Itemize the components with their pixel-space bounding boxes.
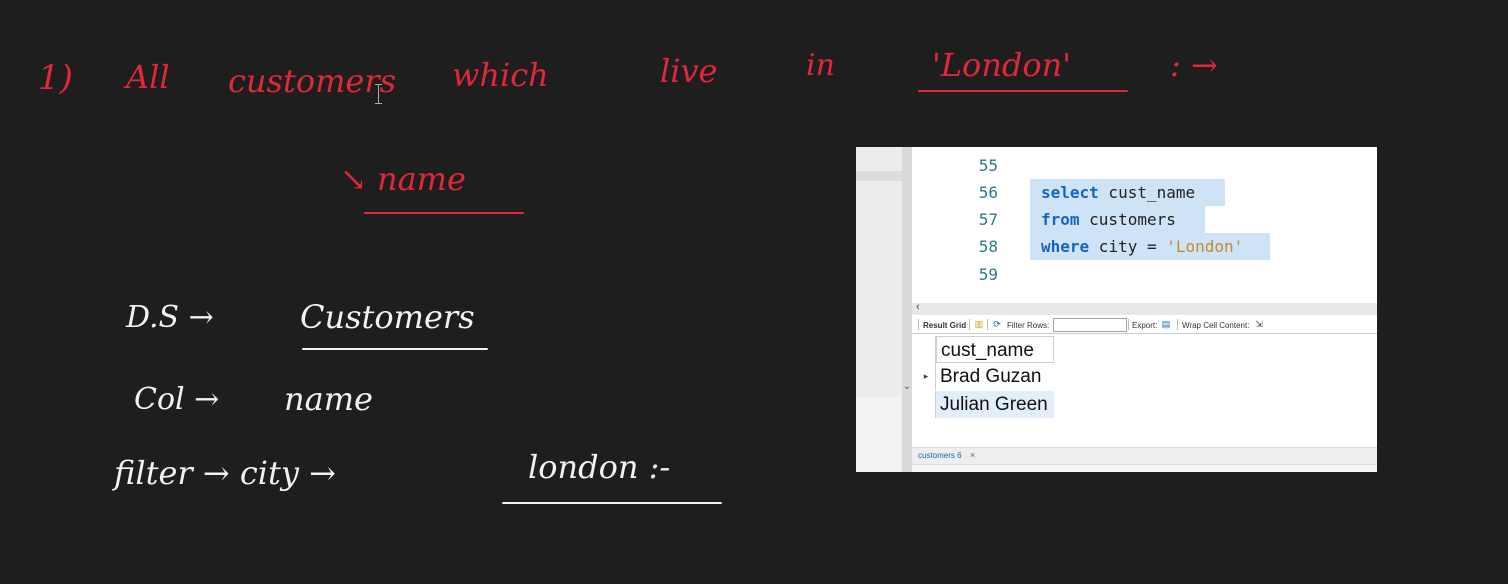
london-filter-underline (502, 502, 722, 504)
export-icon[interactable]: ▤ (1161, 319, 1171, 330)
row-indicator (917, 336, 936, 363)
note-ds-value: Customers (300, 298, 475, 336)
note-number: 1) (38, 58, 73, 98)
code-text: city = (1089, 237, 1167, 256)
note-filter-value: london :- (528, 448, 671, 486)
wrap-icon[interactable]: ⇲ (1254, 319, 1264, 330)
result-grid-tab[interactable]: Result Grid (923, 321, 966, 330)
status-bar (912, 464, 1377, 472)
close-icon[interactable]: × (970, 450, 975, 460)
line-number: 57 (978, 210, 998, 229)
keyword-from: from (1041, 210, 1080, 229)
note-col-value: name (284, 380, 373, 418)
toolbar-separator (1177, 319, 1178, 330)
column-header-cust-name[interactable]: cust_name (936, 336, 1054, 363)
note-col-label: Col → (134, 382, 220, 417)
text-cursor-icon (374, 84, 384, 104)
customers-underline (302, 348, 488, 350)
note-word-london: 'London' (932, 46, 1072, 84)
filter-rows-label: Filter Rows: (1007, 321, 1050, 330)
toolbar-separator (987, 319, 988, 330)
result-tabs: customers 6 × (912, 447, 1377, 464)
table-cell[interactable]: Brad Guzan (936, 363, 1041, 390)
toolbar-divider (912, 333, 1377, 334)
note-word-customers: customers (228, 62, 397, 100)
navigator-band (856, 171, 902, 181)
sql-workbench-panel: ⌄ 55 56 57 58 59 ☝ select cust_name from… (856, 147, 1377, 472)
note-word-live: live (660, 52, 718, 90)
keyword-where: where (1041, 237, 1090, 256)
code-line-from: from customers (1041, 210, 1176, 229)
refresh-icon[interactable]: ⟳ (992, 319, 1002, 330)
line-number: 56 (978, 183, 998, 202)
toolbar-separator (918, 319, 919, 330)
horizontal-scrollbar[interactable]: ‹ (912, 301, 1377, 315)
code-line-select: select cust_name (1041, 183, 1195, 202)
navigator-lower-area (856, 397, 902, 472)
name-underline (364, 212, 524, 214)
table-row[interactable]: Julian Green (917, 391, 1097, 418)
note-colon-arrow: : → (1170, 46, 1218, 84)
note-ds-label: D.S → (126, 300, 214, 335)
filter-rows-input[interactable] (1053, 318, 1127, 332)
london-underline (918, 90, 1128, 92)
export-label: Export: (1132, 321, 1158, 330)
toolbar-separator (969, 319, 970, 330)
string-literal: 'London' (1166, 237, 1244, 256)
code-line-where: where city = 'London' (1041, 237, 1243, 256)
grid-header-row: cust_name (917, 336, 1097, 363)
chevron-down-icon[interactable]: ⌄ (902, 381, 912, 392)
table-row[interactable]: ▸ Brad Guzan (917, 363, 1097, 390)
row-pointer-icon: ▸ (917, 363, 936, 390)
grid-icon[interactable]: ▥ (974, 319, 984, 330)
line-number: 55 (978, 156, 998, 175)
scroll-left-icon[interactable]: ‹ (916, 301, 920, 313)
result-toolbar: Result Grid ▥ ⟳ Filter Rows: Export: ▤ W… (918, 317, 1377, 333)
toolbar-separator (1128, 319, 1129, 330)
tab-customers-6[interactable]: customers 6 (918, 451, 962, 460)
code-text: cust_name (1098, 183, 1196, 202)
note-word-which: which (452, 56, 549, 94)
table-cell[interactable]: Julian Green (936, 391, 1054, 418)
navigator-scrollbar[interactable] (902, 147, 912, 472)
line-number: 59 (978, 265, 998, 284)
code-text: customers (1079, 210, 1176, 229)
sql-editor[interactable]: 55 56 57 58 59 ☝ select cust_name from c… (912, 147, 1377, 303)
navigator-strip: ⌄ (856, 147, 912, 472)
keyword-select: select (1041, 183, 1099, 202)
note-arrow-name: ↘ name (340, 160, 466, 198)
note-filter-label: filter → city → (114, 454, 336, 492)
row-indicator (917, 391, 936, 418)
wrap-cell-content-label: Wrap Cell Content: (1182, 321, 1250, 330)
line-number: 58 (978, 237, 998, 256)
note-word-all: All (126, 58, 170, 96)
note-word-in: in (806, 48, 835, 83)
